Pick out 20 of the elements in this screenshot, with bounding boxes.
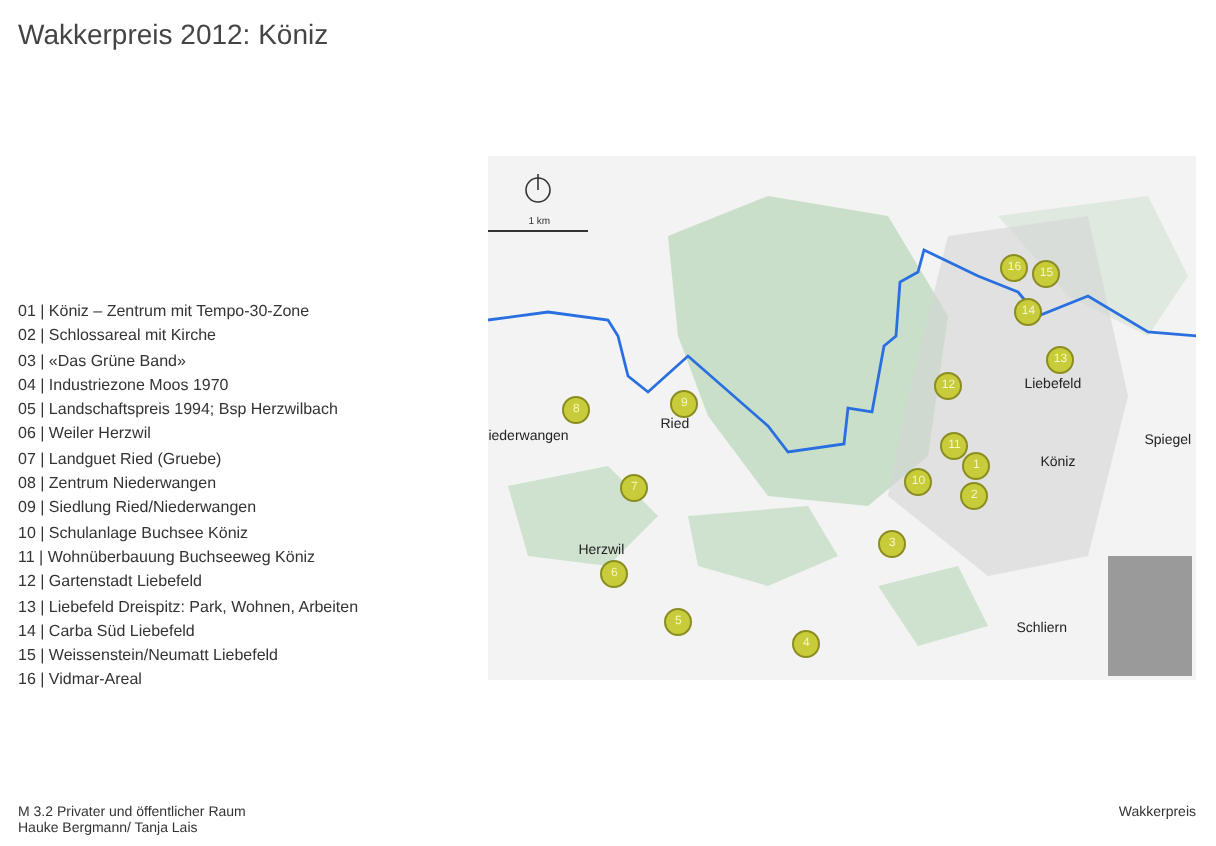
list-item: 11 | Wohnüberbauung Buchseeweg Köniz [18,545,318,570]
inset-map [1108,556,1192,676]
forest-area [878,566,989,646]
list-item: 10 | Schulanlage Buchsee Köniz [18,521,251,546]
page-title: Wakkerpreis 2012: Köniz [18,18,331,54]
list-item: 02 | Schlossareal mit Kirche [18,324,219,349]
list-item: 13 | Liebefeld Dreispitz: Park, Wohnen, Arbeiten [18,595,361,620]
list-item: 15 | Weissenstein/Neumatt Liebefeld [18,644,281,669]
list-item: 03 | «Das Grüne Band» [18,349,188,374]
scale-bar [488,230,589,232]
list-item: 08 | Zentrum Niederwangen [18,472,219,497]
list-item: 12 | Gartenstadt Liebefeld [18,570,204,595]
list-item: 07 | Landguet Ried (Gruebe) [18,447,224,472]
list-item: 06 | Weiler Herzwil [18,422,153,447]
list-item: 14 | Carba Süd Liebefeld [18,619,197,644]
list-item: 09 | Siedlung Ried/Niederwangen [18,496,259,521]
list-item: 05 | Landschaftspreis 1994; Bsp Herzwilbach [18,398,340,423]
list-item: 01 | Köniz – Zentrum mit Tempo-30-Zone [18,300,312,324]
list-item: 04 | Industriezone Moos 1970 [18,373,231,398]
list-item: 16 | Vidmar-Areal [18,668,144,693]
